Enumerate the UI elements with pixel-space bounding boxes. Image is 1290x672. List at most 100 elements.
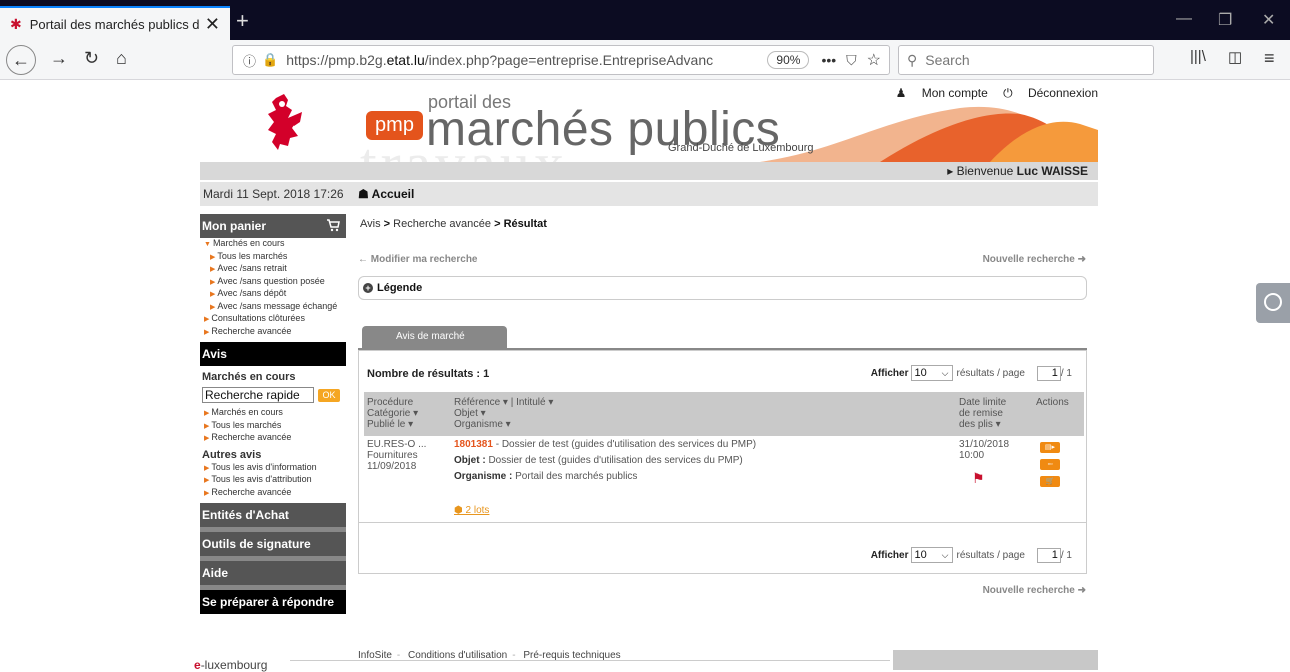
col-procedure[interactable]: Procédure [367,397,413,408]
minimize-icon[interactable]: — [1176,10,1192,28]
nouvelle-recherche-link-bottom[interactable]: Nouvelle recherche ➜ [983,585,1086,596]
outils-signature-header[interactable]: Outils de signature [200,532,346,556]
browser-tab-bar: ✱ Portail des marchés publics du ✕ + — ❐… [0,0,1290,40]
accessibility-widget[interactable] [1256,283,1290,323]
welcome-bar: ▸ Bienvenue Luc WAISSE [200,162,1098,180]
info-icon[interactable]: ⓘ [243,51,256,70]
breadcrumb-recherche[interactable]: Recherche avancée [393,218,491,230]
row-heure: 10:00 [959,450,985,461]
close-window-icon[interactable]: ✕ [1262,10,1275,30]
mon-compte-link[interactable]: ♟ Mon compte [896,86,988,100]
row-organisme: Organisme : Portail des marchés publics [454,471,638,482]
luxembourg-lion-logo [268,94,302,150]
sidebar-toggle-icon[interactable]: ◫ [1228,48,1242,66]
forward-icon[interactable]: → [50,48,68,69]
footer-links: InfoSite - Conditions d'utilisation - Pré-… [358,650,621,661]
quick-search-input[interactable]: Recherche rapide [202,387,314,403]
sidebar-item-marches-en-cours[interactable]: ▼ Marchés en cours [200,238,346,251]
zoom-badge[interactable]: 90% [767,51,810,69]
col-categorie[interactable]: Catégorie ▾ [367,408,418,419]
deconnexion-link[interactable]: ⏻ Déconnexion [1003,86,1098,100]
tab-avis-de-marche[interactable]: Avis de marché [362,326,507,348]
autres-item-attribution[interactable]: ▶ Tous les avis d'attribution [200,474,346,487]
avis-item-recherche-avancee[interactable]: ▶ Recherche avancée [200,432,346,445]
breadcrumb-avis[interactable]: Avis [360,218,381,230]
sidebar-item-question[interactable]: ▶ Avec /sans question posée [200,276,346,289]
sidebar-item-tous-les-marches[interactable]: ▶ Tous les marchés [200,251,346,264]
per-page-select-bottom[interactable]: 10 ⌵ [910,547,953,563]
url-bar[interactable]: ⓘ 🔒 https://pmp.b2g.etat.lu/index.php?pa… [232,45,890,75]
page-actions-icon[interactable]: ••• [821,52,836,68]
modifier-recherche-link[interactable]: ← Modifier ma recherche [358,254,478,265]
col-actions: Actions [1036,397,1069,408]
menu-icon[interactable]: ≡ [1264,48,1275,69]
col-organisme[interactable]: Organisme ▾ [454,419,511,430]
entites-achat-header[interactable]: Entités d'Achat [200,503,346,527]
footer-conditions-link[interactable]: Conditions d'utilisation [408,650,507,661]
accueil-link[interactable]: ☗ Accueil [358,182,414,206]
avis-header[interactable]: Avis [200,342,346,366]
col-date-limite[interactable]: Date limite de remise des plis ▾ [959,397,1006,430]
row-procedure: EU.RES-O ... [367,439,427,450]
avis-item-tous-les-marches[interactable]: ▶ Tous les marchés [200,420,346,433]
avis-item-marches-en-cours[interactable]: ▶ Marchés en cours [200,407,346,420]
se-preparer-header[interactable]: Se préparer à répondre [200,590,346,614]
row-publie: 11/09/2018 [367,461,417,472]
browser-tab[interactable]: ✱ Portail des marchés publics du ✕ [0,6,230,40]
mon-panier-header[interactable]: Mon panier [200,214,346,238]
marches-en-cours-heading: Marchés en cours [202,371,296,383]
bookmark-star-icon[interactable]: ☆ [867,50,881,70]
row-objet: Objet : Dossier de test (guides d'utilis… [454,455,743,466]
col-publie[interactable]: Publié le ▾ [367,419,413,430]
sidebar-item-recherche-avancee[interactable]: ▶ Recherche avancée [200,326,346,339]
nouvelle-recherche-link-top[interactable]: Nouvelle recherche ➜ [983,254,1086,265]
plus-icon: + [363,283,373,293]
home-icon[interactable]: ⌂ [116,48,127,69]
new-tab-icon[interactable]: + [236,8,249,34]
col-reference[interactable]: Référence ▾ | Intitulé ▾ [454,397,553,408]
search-placeholder: Search [925,52,970,68]
tab-title: Portail des marchés publics du [29,16,199,32]
aide-header[interactable]: Aide [200,561,346,585]
page-input-bottom[interactable]: 1 [1036,547,1061,563]
sidebar-item-depot[interactable]: ▶ Avec /sans dépôt [200,288,346,301]
pager-top: Afficher 10 ⌵ résultats / page 1 / 1 [870,365,1072,381]
restore-icon[interactable]: ❐ [1218,10,1232,30]
lots-link[interactable]: ⬢ 2 lots [454,505,489,516]
autres-item-information[interactable]: ▶ Tous les avis d'information [200,462,346,475]
back-icon[interactable]: ← [6,45,36,75]
footer-infosite-link[interactable]: InfoSite [358,650,392,661]
lion-favicon-icon: ✱ [10,15,22,32]
view-details-icon[interactable]: ▤▸ [1040,442,1060,453]
autres-avis-heading: Autres avis [202,448,262,461]
quick-search-ok-button[interactable]: OK [318,388,340,402]
search-icon: ⚲ [907,51,918,68]
sidebar-item-retrait[interactable]: ▶ Avec /sans retrait [200,263,346,276]
table-header: Procédure Catégorie ▾ Publié le ▾ Référe… [364,392,1084,436]
page-input-top[interactable]: 1 [1036,365,1061,381]
legende-toggle[interactable]: + Légende [358,276,1087,300]
pocket-icon[interactable]: ⛉ [846,52,857,69]
pmp-logo[interactable]: pmp [366,111,423,140]
account-links: ♟ Mon compte ⏻ Déconnexion [884,86,1098,101]
reload-icon[interactable]: ↻ [84,48,99,69]
breadcrumb-resultat: Résultat [503,218,547,230]
close-tab-icon[interactable]: ✕ [205,14,220,35]
user-name: Luc WAISSE [1016,164,1088,178]
per-page-select-top[interactable]: 10 ⌵ [910,365,953,381]
library-icon[interactable]: |||\ [1190,48,1206,65]
url-text: https://pmp.b2g.etat.lu/index.php?page=e… [286,52,714,68]
col-objet[interactable]: Objet ▾ [454,408,486,419]
row-categorie: Fournitures [367,450,418,461]
add-to-list-icon[interactable]: ▫▫ [1040,459,1060,470]
sidebar-item-consultations-cloturees[interactable]: ▶ Consultations clôturées [200,313,346,326]
breadcrumb: Avis > Recherche avancée > Résultat [360,218,547,230]
add-to-cart-icon[interactable]: 🛒 [1040,476,1060,487]
sidebar: Mon panier ▼ Marchés en cours ▶ Tous les m… [200,214,346,614]
sidebar-item-message[interactable]: ▶ Avec /sans message échangé [200,301,346,314]
autres-item-recherche-avancee[interactable]: ▶ Recherche avancée [200,487,346,500]
chevron-down-icon: ⌵ [941,368,949,378]
row-reference[interactable]: 1801381 - Dossier de test (guides d'util… [454,439,756,450]
footer-prerequis-link[interactable]: Pré-requis techniques [523,650,620,661]
search-bar[interactable]: ⚲ Search [898,45,1154,75]
